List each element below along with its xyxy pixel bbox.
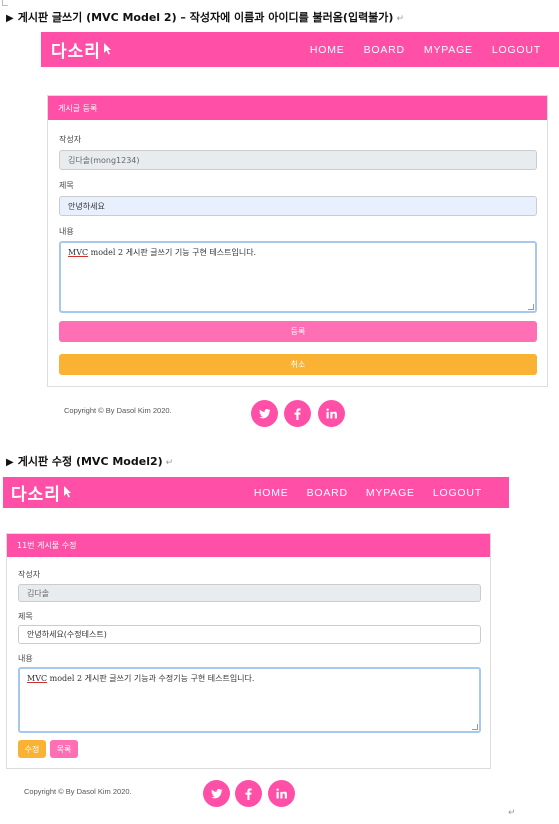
submit-button[interactable]: 등록 [59,321,537,342]
title-input[interactable]: 안녕하세요 [59,196,537,216]
navbar-edit: 다소리 HOME BOARD MYPAGE LOGOUT [3,477,509,508]
logo-text: 다소리 [51,42,101,62]
resize-handle[interactable] [472,724,478,730]
content-textarea[interactable]: MVC model 2 게시판 글쓰기 기능 구현 테스트입니다. [59,241,537,313]
footer-copyright: Copyright © By Dasol Kim 2020. [64,406,172,415]
section-heading-edit: ▶ 게시판 수정 (MVC Model2) ↵ [6,453,173,469]
paragraph-mark: ↵ [508,808,516,818]
facebook-icon[interactable] [284,400,311,427]
write-card: 게시글 등록 작성자 김다솔(mong1234) 제목 안녕하세요 내용 MVC… [47,95,548,387]
logo[interactable]: 다소리 [11,480,72,505]
cancel-button[interactable]: 취소 [59,354,537,375]
edit-button[interactable]: 수정 [18,740,46,758]
linkedin-icon[interactable] [318,400,345,427]
linkedin-icon[interactable] [268,780,295,807]
nav-home[interactable]: HOME [310,44,345,56]
navbar: 다소리 HOME BOARD MYPAGE LOGOUT [41,32,559,67]
cursor-icon [103,40,112,60]
title-input[interactable]: 안녕하세요(수정테스트) [18,625,481,644]
content-label: 내용 [59,227,74,236]
content-label: 내용 [18,654,33,663]
logo[interactable]: 다소리 [51,37,112,62]
write-card-header: 게시글 등록 [48,96,547,120]
nav-logout[interactable]: LOGOUT [492,44,541,56]
bullet-icon: ▶ [6,13,14,24]
nav-links: HOME BOARD MYPAGE LOGOUT [254,487,509,499]
title-label: 제목 [18,612,33,621]
section-heading-write: ▶ 게시판 글쓰기 (MVC Model 2) – 작성자에 이름과 아이디를 불… [6,9,404,25]
logo-text: 다소리 [11,485,61,505]
edit-card: 11번 게시물 수정 작성자 김다솔 제목 안녕하세요(수정테스트) 내용 MV… [6,533,491,769]
heading-write-text: 게시판 글쓰기 (MVC Model 2) – 작성자에 이름과 아이디를 불러… [17,11,394,24]
heading-edit-text: 게시판 수정 (MVC Model2) [17,455,163,468]
cursor-icon [63,483,72,503]
author-label: 작성자 [18,570,41,579]
nav-board[interactable]: BOARD [307,487,348,499]
edit-card-header: 11번 게시물 수정 [7,534,490,557]
list-button[interactable]: 목록 [50,740,78,758]
title-label: 제목 [59,181,74,190]
bullet-icon: ▶ [6,457,14,468]
twitter-icon[interactable] [203,780,230,807]
author-field: 김다솔(mong1234) [59,150,537,170]
nav-mypage[interactable]: MYPAGE [366,487,415,499]
nav-links: HOME BOARD MYPAGE LOGOUT [310,44,559,56]
footer-copyright: Copyright © By Dasol Kim 2020. [24,787,132,796]
paragraph-mark: ↵ [396,14,404,24]
resize-handle[interactable] [528,304,534,310]
page-corner-mark [2,0,8,6]
author-field: 김다솔 [18,584,481,602]
paragraph-mark: ↵ [165,458,174,468]
content-mvc-text: MVC [68,248,89,257]
nav-home[interactable]: HOME [254,487,289,499]
nav-mypage[interactable]: MYPAGE [424,44,473,56]
author-label: 작성자 [59,135,82,144]
facebook-icon[interactable] [235,780,262,807]
content-text: model 2 게시판 글쓰기 기능 구현 테스트입니다. [88,248,257,257]
content-textarea[interactable]: MVC model 2 게시판 글쓰기 기능과 수정기능 구현 테스트입니다. [18,667,481,733]
content-text: model 2 게시판 글쓰기 기능과 수정기능 구현 테스트입니다. [47,674,255,683]
nav-logout[interactable]: LOGOUT [433,487,482,499]
content-mvc-text: MVC [27,674,48,683]
nav-board[interactable]: BOARD [364,44,405,56]
twitter-icon[interactable] [251,400,278,427]
